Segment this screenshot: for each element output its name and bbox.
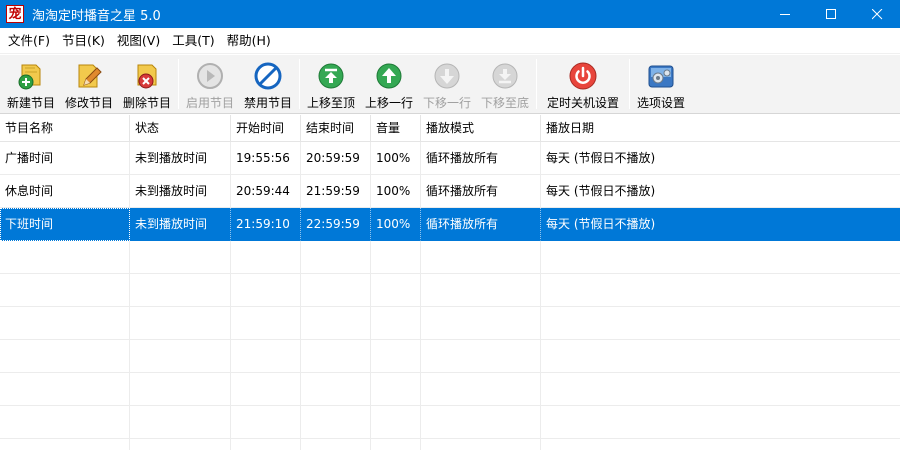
move-up-button[interactable]: 上移一行 [360, 55, 418, 113]
empty-row [0, 241, 900, 274]
menu-help[interactable]: 帮助(H) [221, 30, 277, 52]
table-row[interactable]: 广播时间 未到播放时间 19:55:56 20:59:59 100% 循环播放所… [0, 142, 900, 175]
app-icon[interactable]: 宠 [6, 5, 24, 23]
maximize-icon [825, 8, 836, 19]
column-header-play-date[interactable]: 播放日期 [541, 115, 900, 142]
options-settings-button[interactable]: 选项设置 [632, 55, 690, 113]
program-list: 节目名称 状态 开始时间 结束时间 音量 播放模式 播放日期 广播时间 未到播放… [0, 115, 900, 450]
shutdown-settings-label: 定时关机设置 [546, 96, 619, 110]
options-settings-label: 选项设置 [636, 96, 685, 110]
menu-program[interactable]: 节目(K) [56, 30, 111, 52]
move-top-icon [315, 61, 347, 91]
edit-program-button[interactable]: 修改节目 [60, 55, 118, 113]
toolbar-separator [178, 59, 179, 109]
cell-name: 休息时间 [0, 175, 130, 208]
app-icon-glyph: 宠 [8, 6, 22, 22]
move-down-icon [431, 61, 463, 91]
empty-row [0, 274, 900, 307]
cell-play-mode: 循环播放所有 [421, 142, 541, 175]
empty-row [0, 373, 900, 406]
move-up-label: 上移一行 [364, 96, 413, 110]
cell-end-time: 21:59:59 [301, 175, 371, 208]
disable-program-button[interactable]: 禁用节目 [239, 55, 297, 113]
column-header-end-time[interactable]: 结束时间 [301, 115, 371, 142]
move-bottom-icon [489, 61, 521, 91]
options-icon [645, 61, 677, 91]
delete-program-button[interactable]: 删除节目 [118, 55, 176, 113]
cell-name: 下班时间 [0, 208, 130, 241]
minimize-icon [779, 13, 790, 15]
cell-volume: 100% [371, 175, 421, 208]
column-header-volume[interactable]: 音量 [371, 115, 421, 142]
empty-row [0, 340, 900, 373]
cell-end-time: 20:59:59 [301, 142, 371, 175]
cell-play-mode: 循环播放所有 [421, 175, 541, 208]
enable-program-button[interactable]: 启用节目 [181, 55, 239, 113]
table-header: 节目名称 状态 开始时间 结束时间 音量 播放模式 播放日期 [0, 115, 900, 142]
disable-program-label: 禁用节目 [243, 96, 292, 110]
move-down-label: 下移一行 [422, 96, 471, 110]
empty-row [0, 439, 900, 450]
new-program-label: 新建节目 [6, 96, 55, 110]
cell-play-date: 每天 (节假日不播放) [541, 175, 900, 208]
edit-program-icon [73, 61, 105, 91]
cell-status: 未到播放时间 [130, 142, 231, 175]
table-row-selected[interactable]: 下班时间 未到播放时间 21:59:10 22:59:59 100% 循环播放所… [0, 208, 900, 241]
cell-start-time: 21:59:10 [231, 208, 301, 241]
cell-volume: 100% [371, 208, 421, 241]
maximize-button[interactable] [808, 0, 854, 28]
column-header-start-time[interactable]: 开始时间 [231, 115, 301, 142]
delete-program-label: 删除节目 [122, 96, 171, 110]
column-header-play-mode[interactable]: 播放模式 [421, 115, 541, 142]
cell-name: 广播时间 [0, 142, 130, 175]
toolbar-separator [536, 59, 537, 109]
move-down-button[interactable]: 下移一行 [418, 55, 476, 113]
window-title: 淘淘定时播音之星 5.0 [32, 8, 161, 24]
cell-play-mode: 循环播放所有 [421, 208, 541, 241]
empty-row [0, 307, 900, 340]
shutdown-settings-button[interactable]: 定时关机设置 [539, 55, 627, 113]
cell-play-date: 每天 (节假日不播放) [541, 208, 900, 241]
title-bar: 宠 淘淘定时播音之星 5.0 [0, 0, 900, 28]
toolbar: 新建节目 修改节目 删除节目 启用节目 禁用节目 上移至顶 上移一行 下移一行 … [0, 55, 900, 114]
cell-status: 未到播放时间 [130, 175, 231, 208]
delete-program-icon [131, 61, 163, 91]
menu-bar: 文件(F) 节目(K) 视图(V) 工具(T) 帮助(H) [0, 28, 900, 54]
toolbar-separator [629, 59, 630, 109]
move-top-label: 上移至顶 [306, 96, 355, 110]
cell-end-time: 22:59:59 [301, 208, 371, 241]
minimize-button[interactable] [762, 0, 808, 28]
new-program-button[interactable]: 新建节目 [2, 55, 60, 113]
column-header-status[interactable]: 状态 [130, 115, 231, 142]
menu-view[interactable]: 视图(V) [111, 30, 166, 52]
shutdown-icon [567, 61, 599, 91]
cell-play-date: 每天 (节假日不播放) [541, 142, 900, 175]
cell-volume: 100% [371, 142, 421, 175]
cell-start-time: 20:59:44 [231, 175, 301, 208]
cell-start-time: 19:55:56 [231, 142, 301, 175]
column-header-name[interactable]: 节目名称 [0, 115, 130, 142]
edit-program-label: 修改节目 [64, 96, 113, 110]
new-program-icon [15, 61, 47, 91]
table-row[interactable]: 休息时间 未到播放时间 20:59:44 21:59:59 100% 循环播放所… [0, 175, 900, 208]
move-up-icon [373, 61, 405, 91]
move-bottom-button[interactable]: 下移至底 [476, 55, 534, 113]
move-bottom-label: 下移至底 [480, 96, 529, 110]
move-top-button[interactable]: 上移至顶 [302, 55, 360, 113]
enable-program-label: 启用节目 [185, 96, 234, 110]
menu-tools[interactable]: 工具(T) [166, 30, 220, 52]
close-button[interactable] [854, 0, 900, 28]
empty-row [0, 406, 900, 439]
enable-program-icon [194, 61, 226, 91]
close-icon [871, 8, 882, 19]
menu-file[interactable]: 文件(F) [2, 30, 56, 52]
cell-status: 未到播放时间 [130, 208, 231, 241]
toolbar-separator [299, 59, 300, 109]
disable-program-icon [252, 61, 284, 91]
